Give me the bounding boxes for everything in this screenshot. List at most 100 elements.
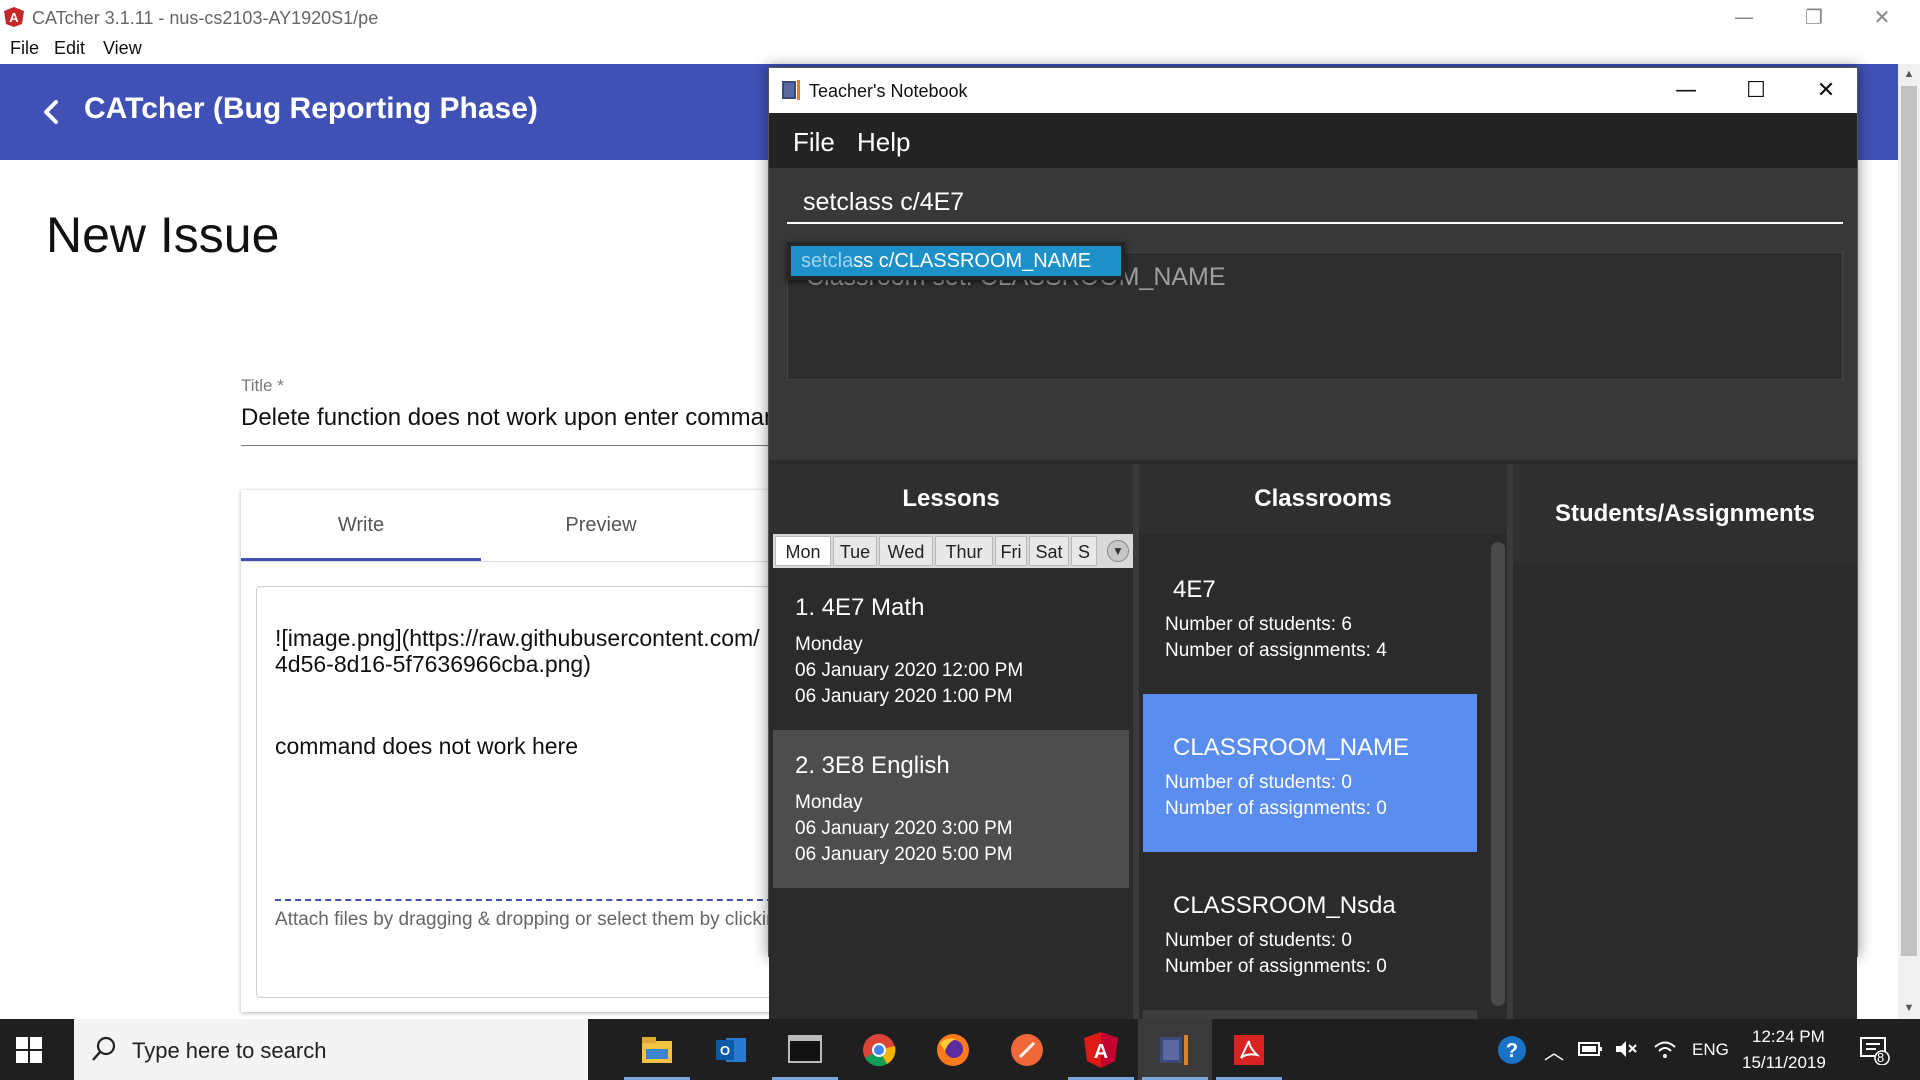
notebook-minimize-button[interactable]: —: [1651, 68, 1721, 113]
taskbar-angular[interactable]: A: [1064, 1019, 1138, 1080]
volume-muted-icon[interactable]: [1614, 1038, 1638, 1060]
scroll-up-icon[interactable]: ▲: [1898, 68, 1920, 80]
search-icon: [92, 1036, 116, 1061]
lesson-card[interactable]: 2. 3E8 English Monday 06 January 2020 3:…: [773, 730, 1129, 888]
terminal-icon: [788, 1035, 822, 1063]
autocomplete-popup: setclass c/CLASSROOM_NAME: [787, 242, 1125, 280]
close-button[interactable]: ✕: [1852, 0, 1912, 34]
lesson-title: 1. 4E7 Math: [795, 594, 925, 621]
classroom-name: 4E7: [1173, 576, 1216, 603]
notebook-menu-help[interactable]: Help: [857, 127, 910, 158]
header-title: CATcher (Bug Reporting Phase): [84, 92, 538, 125]
notification-count: 8: [1877, 1050, 1885, 1065]
taskbar-teachers-notebook[interactable]: [1138, 1019, 1212, 1080]
taskbar-firefox[interactable]: [916, 1019, 990, 1080]
notebook-menu-file[interactable]: File: [793, 127, 835, 158]
classroom-students: Number of students: 0: [1165, 930, 1352, 951]
svg-text:A: A: [1094, 1041, 1108, 1063]
window-title: CATcher 3.1.11 - nus-cs2103-AY1920S1/pe: [32, 8, 379, 28]
chevron-up-icon[interactable]: ︿: [1544, 1036, 1564, 1065]
svg-text:?: ?: [1506, 1040, 1518, 1062]
taskbar-chrome[interactable]: [842, 1019, 916, 1080]
svg-text:O: O: [720, 1043, 730, 1058]
classrooms-panel: Classrooms 4E7 Number of students: 6 Num…: [1139, 464, 1507, 1024]
students-assignments-panel: Students/Assignments: [1513, 464, 1857, 1024]
tab-preview[interactable]: Preview: [481, 490, 721, 560]
search-placeholder: Type here to search: [132, 1038, 327, 1063]
command-input[interactable]: setclass c/4E7: [787, 182, 1843, 224]
taskbar-acrobat-reader[interactable]: [1212, 1019, 1286, 1080]
menu-edit[interactable]: Edit: [54, 38, 85, 59]
lesson-end: 06 January 2020 5:00 PM: [795, 844, 1013, 865]
classrooms-scrollbar[interactable]: [1491, 542, 1505, 1006]
attach-files-hint[interactable]: Attach files by dragging & dropping or s…: [275, 909, 836, 931]
day-tabs: Mon Tue Wed Thur Fri Sat S ▼: [773, 534, 1133, 568]
classroom-assignments: Number of assignments: 4: [1165, 640, 1387, 661]
menubar: File Edit View: [0, 34, 1920, 64]
firefox-icon: [937, 1034, 969, 1066]
description-line: command does not work here: [275, 733, 578, 759]
taskbar-sublime-text[interactable]: [990, 1019, 1064, 1080]
taskbar-file-explorer[interactable]: [620, 1019, 694, 1080]
tab-thur[interactable]: Thur: [935, 536, 993, 566]
angular-icon: A: [1084, 1032, 1118, 1068]
classroom-name: CLASSROOM_NAME: [1173, 734, 1410, 761]
lesson-start: 06 January 2020 3:00 PM: [795, 818, 1013, 839]
notebook-menubar: File Help: [769, 113, 1857, 168]
classrooms-header: Classrooms: [1139, 464, 1507, 534]
lessons-header: Lessons: [769, 464, 1133, 534]
minimize-button[interactable]: —: [1714, 0, 1774, 34]
teachers-notebook-window: Teacher's Notebook — ☐ ✕ File Help setcl…: [768, 67, 1861, 1024]
wifi-icon[interactable]: [1652, 1037, 1678, 1061]
battery-icon[interactable]: [1578, 1039, 1604, 1059]
tab-mon[interactable]: Mon: [775, 536, 831, 566]
tab-wed[interactable]: Wed: [879, 536, 933, 566]
classroom-card[interactable]: CLASSROOM_Nsda Number of students: 0 Num…: [1143, 852, 1477, 1010]
tab-sat[interactable]: Sat: [1029, 536, 1069, 566]
lesson-day: Monday: [795, 634, 863, 655]
file-explorer-icon: [642, 1037, 672, 1063]
lessons-panel: Lessons Mon Tue Wed Thur Fri Sat S ▼ 1. …: [769, 464, 1133, 1024]
chrome-icon: [863, 1034, 896, 1067]
scrollbar-thumb[interactable]: [1901, 86, 1917, 956]
taskbar-search[interactable]: Type here to search: [74, 1019, 588, 1080]
windows-start-icon[interactable]: [16, 1037, 42, 1063]
classroom-students: Number of students: 0: [1165, 772, 1352, 793]
notebook-maximize-button[interactable]: ☐: [1721, 68, 1791, 113]
taskbar-terminal[interactable]: [768, 1019, 842, 1080]
back-arrow-icon[interactable]: [32, 92, 72, 132]
menu-file[interactable]: File: [10, 38, 39, 59]
tab-write[interactable]: Write: [241, 490, 481, 560]
tab-tue[interactable]: Tue: [833, 536, 877, 566]
taskbar-outlook[interactable]: O: [694, 1019, 768, 1080]
classroom-assignments: Number of assignments: 0: [1165, 798, 1387, 819]
lesson-title: 2. 3E8 English: [795, 752, 950, 779]
classroom-card[interactable]: 4E7 Number of students: 6 Number of assi…: [1143, 536, 1477, 694]
notebook-close-button[interactable]: ✕: [1791, 68, 1861, 113]
page-scrollbar[interactable]: ▲ ▼: [1898, 64, 1920, 1019]
classroom-assignments: Number of assignments: 0: [1165, 956, 1387, 977]
restore-button[interactable]: ❐: [1784, 0, 1844, 34]
notification-icon[interactable]: [1858, 1033, 1890, 1065]
tab-fri[interactable]: Fri: [995, 536, 1027, 566]
tab-sun[interactable]: S: [1071, 536, 1097, 566]
classroom-card-selected[interactable]: CLASSROOM_NAME Number of students: 0 Num…: [1143, 694, 1477, 852]
window-titlebar: A CATcher 3.1.11 - nus-cs2103-AY1920S1/p…: [0, 0, 1920, 34]
help-icon[interactable]: ?: [1496, 1034, 1528, 1066]
students-assignments-header: Students/Assignments: [1513, 464, 1857, 564]
classroom-name: CLASSROOM_Nsda: [1173, 892, 1396, 919]
clock-date[interactable]: 15/11/2019: [1742, 1053, 1826, 1073]
classroom-students: Number of students: 6: [1165, 614, 1352, 635]
language-indicator[interactable]: ENG: [1692, 1040, 1729, 1060]
suggestion-matched-text: setcla: [801, 250, 854, 272]
menu-view[interactable]: View: [103, 38, 142, 59]
acrobat-reader-icon: [1234, 1035, 1264, 1065]
suggestion-remaining-text: ss c/CLASSROOM_NAME: [853, 250, 1092, 272]
autocomplete-suggestion[interactable]: setclass c/CLASSROOM_NAME: [791, 246, 1121, 276]
clock-time[interactable]: 12:24 PM: [1752, 1027, 1825, 1047]
chevron-down-icon[interactable]: ▼: [1107, 540, 1129, 562]
notebook-app-icon: [1160, 1035, 1188, 1065]
lesson-card[interactable]: 1. 4E7 Math Monday 06 January 2020 12:00…: [773, 572, 1129, 730]
scroll-down-icon[interactable]: ▼: [1898, 1002, 1920, 1014]
lesson-end: 06 January 2020 1:00 PM: [795, 686, 1013, 707]
